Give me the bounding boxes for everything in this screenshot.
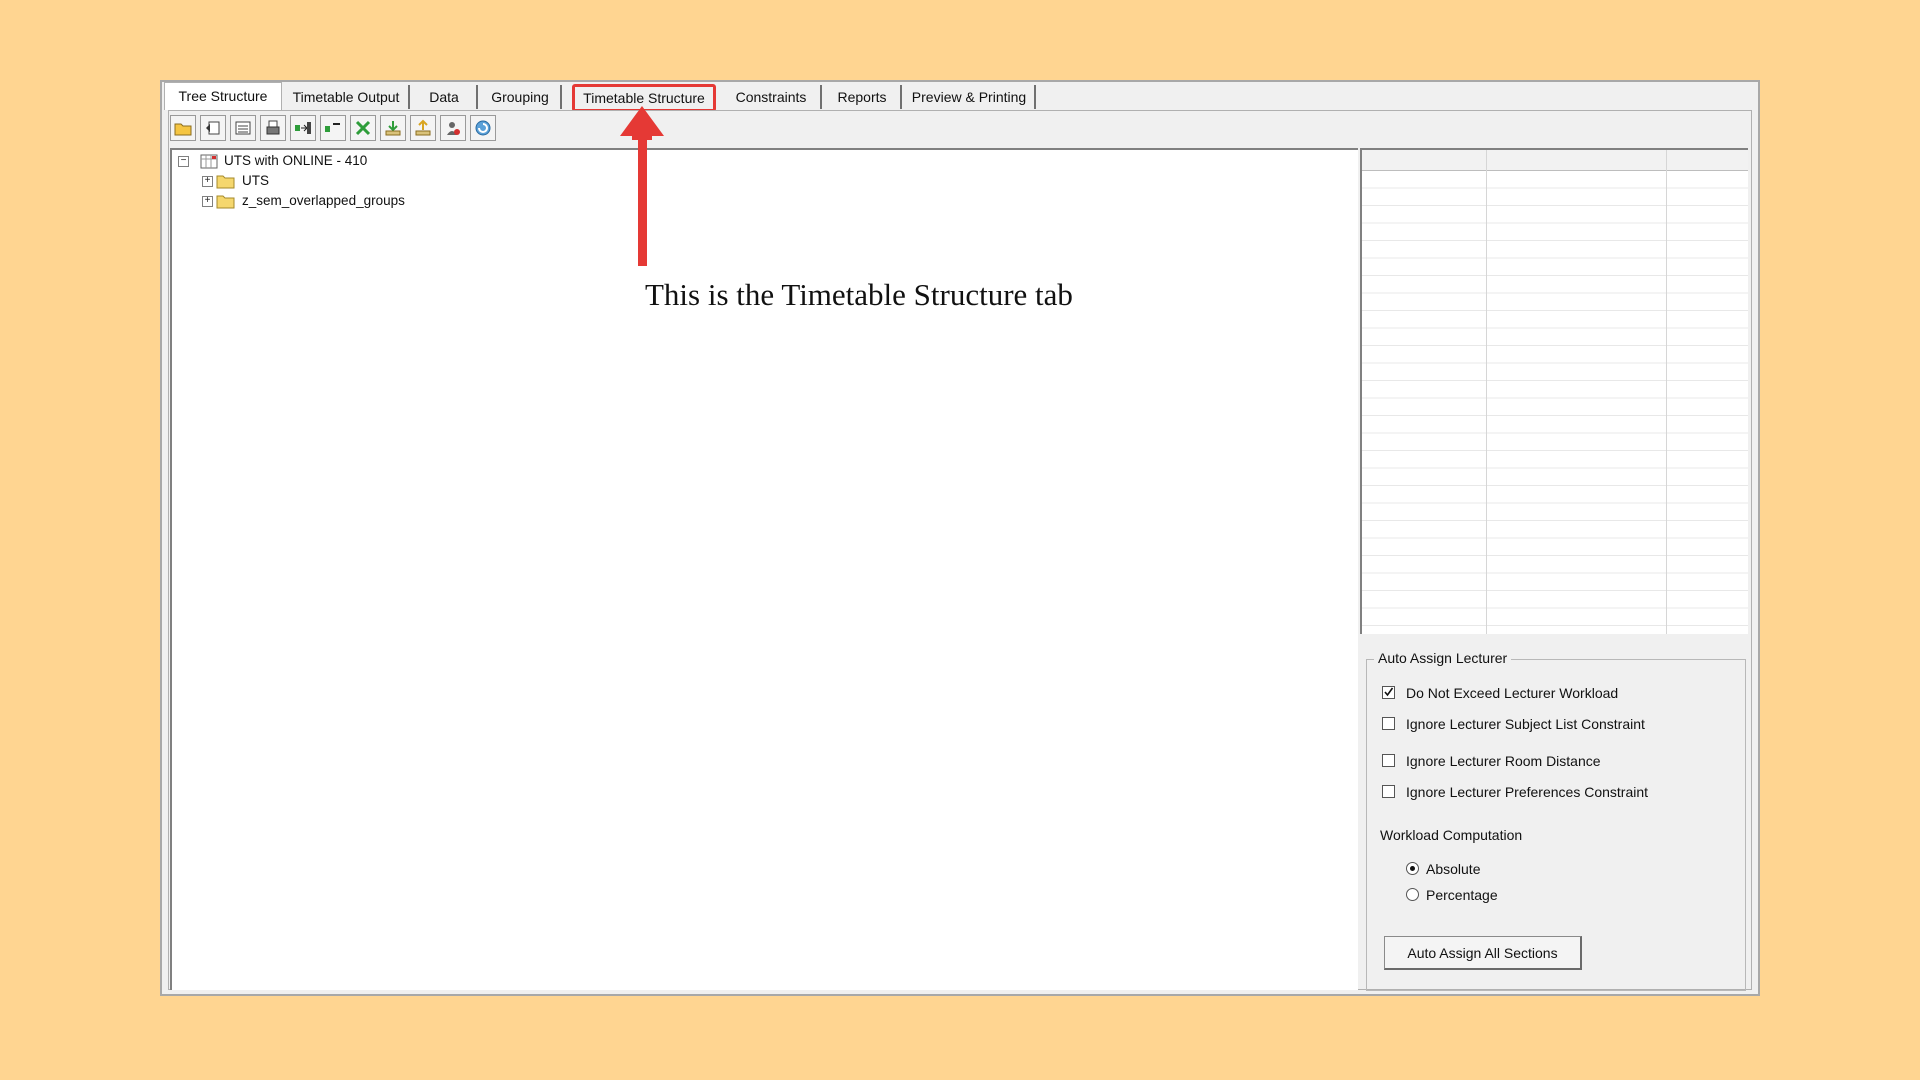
data-grid[interactable] xyxy=(1360,148,1748,634)
app-window: Tree Structure Timetable Output Data Gro… xyxy=(160,80,1760,996)
collapse-button[interactable] xyxy=(320,115,346,141)
checkbox[interactable] xyxy=(1382,754,1395,767)
upload-button[interactable] xyxy=(410,115,436,141)
expand-toggle-icon[interactable]: + xyxy=(202,196,213,207)
tab-timetable-output[interactable]: Timetable Output xyxy=(284,85,410,109)
checkbox[interactable] xyxy=(1382,785,1395,798)
download-button[interactable] xyxy=(380,115,406,141)
grid-column-divider[interactable] xyxy=(1666,150,1667,634)
annotation-arrow-icon xyxy=(620,106,664,266)
check-label: Ignore Lecturer Preferences Constraint xyxy=(1406,784,1649,800)
radio-label: Percentage xyxy=(1426,887,1498,903)
calendar-list-icon xyxy=(235,121,251,135)
check-label: Do Not Exceed Lecturer Workload xyxy=(1406,685,1619,701)
undo-button[interactable] xyxy=(200,115,226,141)
radio-label: Absolute xyxy=(1426,861,1481,877)
check-label: Ignore Lecturer Room Distance xyxy=(1406,753,1601,769)
expand-toggle-icon[interactable]: + xyxy=(202,176,213,187)
checkmark-icon xyxy=(1384,687,1394,697)
grid-header xyxy=(1362,150,1748,171)
checkbox[interactable] xyxy=(1382,717,1395,730)
tab-data[interactable]: Data xyxy=(412,85,478,109)
tree-node-label: z_sem_overlapped_groups xyxy=(242,193,405,208)
print-icon xyxy=(266,120,280,135)
tree-view[interactable]: − UTS with ONLINE - 410 + UTS + z_sem_ov… xyxy=(170,148,1358,990)
check-label: Ignore Lecturer Subject List Constraint xyxy=(1406,716,1645,732)
delete-icon xyxy=(355,120,371,136)
collapse-icon xyxy=(325,123,340,132)
workload-computation-label: Workload Computation xyxy=(1380,827,1523,843)
delete-button[interactable] xyxy=(350,115,376,141)
folder-icon xyxy=(216,175,235,189)
radio-button[interactable] xyxy=(1406,888,1419,901)
annotation-text: This is the Timetable Structure tab xyxy=(645,277,1073,312)
calendar-list-button[interactable] xyxy=(230,115,256,141)
collapse-toggle-icon[interactable]: − xyxy=(178,156,189,167)
auto-assign-all-sections-button[interactable]: Auto Assign All Sections xyxy=(1384,936,1582,970)
tab-reports[interactable]: Reports xyxy=(824,85,902,109)
tab-tree-structure[interactable]: Tree Structure xyxy=(164,82,282,110)
refresh-button[interactable] xyxy=(470,115,496,141)
refresh-icon xyxy=(475,120,491,136)
user-alert-button[interactable] xyxy=(440,115,466,141)
export-button[interactable] xyxy=(290,115,316,141)
tab-constraints[interactable]: Constraints xyxy=(722,85,822,109)
timetable-icon xyxy=(200,154,218,169)
undo-icon xyxy=(206,121,220,135)
user-alert-icon xyxy=(447,122,460,135)
checkbox[interactable] xyxy=(1382,686,1395,699)
upload-icon xyxy=(415,119,431,136)
tab-preview-printing[interactable]: Preview & Printing xyxy=(904,85,1036,109)
folder-icon xyxy=(216,195,235,209)
tab-bar: Tree Structure Timetable Output Data Gro… xyxy=(162,82,1758,112)
tree-root-label: UTS with ONLINE - 410 xyxy=(224,153,368,168)
tree-node-label: UTS xyxy=(242,173,269,188)
tab-grouping[interactable]: Grouping xyxy=(480,85,562,109)
print-button[interactable] xyxy=(260,115,286,141)
grid-column-divider[interactable] xyxy=(1486,150,1487,634)
radio-button[interactable] xyxy=(1406,862,1419,875)
open-folder-button[interactable] xyxy=(170,115,196,141)
open-folder-icon xyxy=(174,123,192,136)
download-icon xyxy=(385,121,401,136)
auto-assign-title: Auto Assign Lecturer xyxy=(1374,649,1512,667)
export-icon xyxy=(295,122,311,134)
